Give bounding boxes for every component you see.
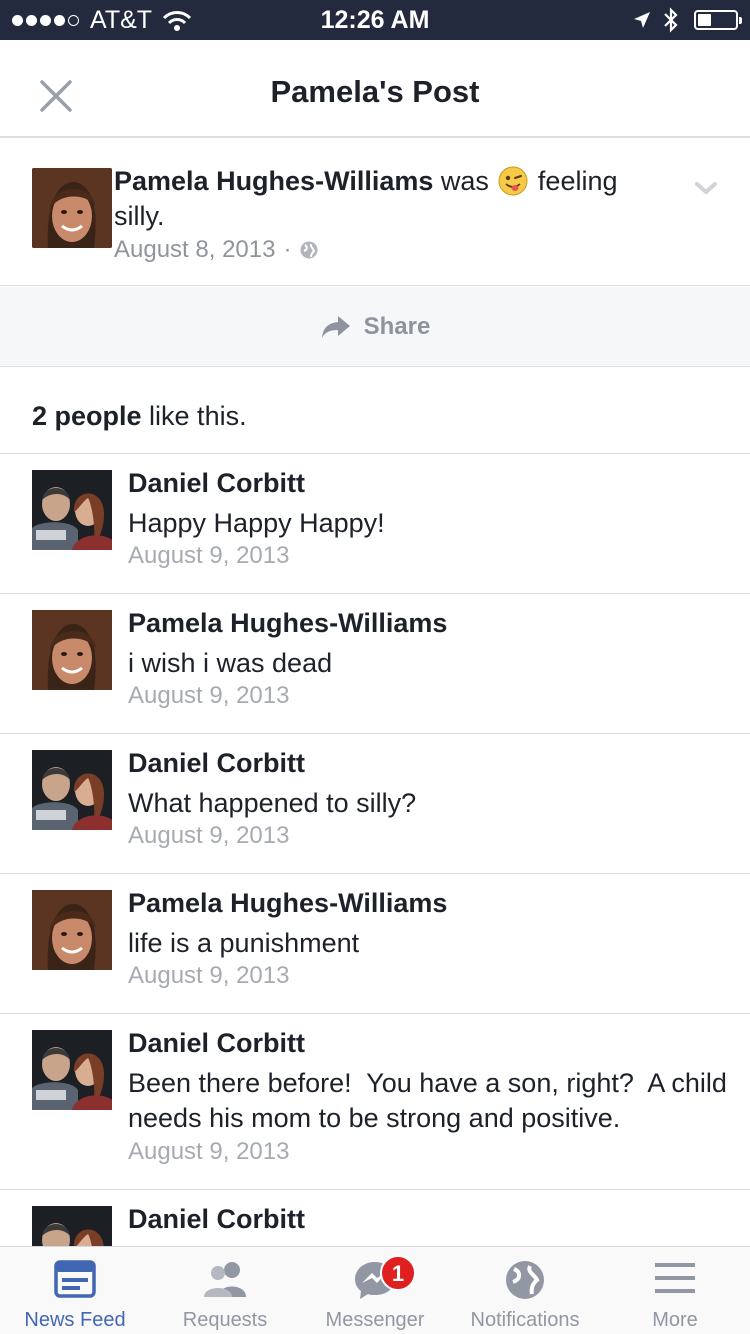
chevron-down-icon[interactable] [694, 180, 718, 196]
status-bar: AT&T 12:26 AM [0, 0, 750, 40]
tab-news-feed[interactable]: News Feed [0, 1247, 150, 1334]
globe-icon [300, 241, 318, 259]
post-date[interactable]: August 8, 2013 [114, 236, 275, 264]
likes-suffix: like this. [149, 401, 247, 431]
tab-more[interactable]: More [600, 1247, 750, 1334]
post-header: Pamela Hughes-Williams was feeling silly… [0, 138, 750, 286]
requests-icon [204, 1262, 246, 1297]
winking-tongue-emoji-icon [498, 166, 528, 196]
tab-label: More [652, 1309, 698, 1331]
status-icons [632, 7, 742, 33]
comment-date[interactable]: August 9, 2013 [128, 1138, 289, 1166]
comment-author[interactable]: Daniel Corbitt [128, 1204, 305, 1235]
bluetooth-icon [664, 7, 678, 33]
likes-summary[interactable]: 2 people like this. [0, 368, 750, 454]
avatar[interactable] [32, 890, 112, 970]
comment-text: Happy Happy Happy! [128, 508, 385, 538]
tab-requests[interactable]: Requests [150, 1247, 300, 1334]
comment-text: What happened to silly? [128, 788, 417, 818]
comment-item: Pamela Hughes-Williams i wish i was dead A… [0, 594, 750, 734]
comment-text: Been there before! You have a son, right… [128, 1068, 735, 1133]
comment-author[interactable]: Pamela Hughes-Williams [128, 608, 447, 639]
comment-date[interactable]: August 9, 2013 [128, 962, 289, 990]
post-header-bar: Pamela's Post [0, 40, 750, 138]
globe-icon [506, 1261, 544, 1299]
comment-item: Pamela Hughes-Williams life is a punishme… [0, 874, 750, 1014]
comment-item: Daniel Corbitt Happy Happy Happy! August 9… [0, 454, 750, 594]
post-author-name[interactable]: Pamela Hughes-Williams [114, 166, 433, 196]
post-status-text: Pamela Hughes-Williams was feeling silly… [114, 164, 654, 234]
tab-label: Messenger [325, 1309, 425, 1331]
post-mood: silly. [114, 201, 165, 231]
tab-bar: News Feed Requests 1 Messenger Notificat… [0, 1246, 750, 1334]
news-feed-icon [54, 1260, 96, 1298]
meta-separator: · [283, 236, 292, 263]
comment-item: Daniel Corbitt Been there before! You hav… [0, 1014, 750, 1190]
tab-messenger[interactable]: 1 Messenger [300, 1247, 450, 1334]
avatar[interactable] [32, 470, 112, 550]
tab-label: Notifications [470, 1309, 580, 1331]
comment-date[interactable]: August 9, 2013 [128, 682, 289, 710]
avatar[interactable] [32, 750, 112, 830]
likes-count[interactable]: 2 people [32, 401, 142, 431]
likes-text: 2 people like this. [32, 401, 247, 432]
avatar[interactable] [32, 1030, 112, 1110]
comment-date[interactable]: August 9, 2013 [128, 542, 289, 570]
comment-author[interactable]: Daniel Corbitt [128, 468, 305, 499]
comment-text: life is a punishment [128, 928, 360, 958]
post-was-word: was [440, 166, 489, 196]
post-feeling-word: feeling [537, 166, 618, 196]
avatar[interactable] [32, 168, 112, 248]
comment-author[interactable]: Daniel Corbitt [128, 748, 305, 779]
page-title: Pamela's Post [270, 74, 480, 109]
comment-text: i wish i was dead [128, 648, 333, 678]
messenger-badge: 1 [380, 1255, 416, 1291]
comment-date[interactable]: August 9, 2013 [128, 822, 289, 850]
tab-label: Requests [182, 1309, 268, 1331]
tab-notifications[interactable]: Notifications [450, 1247, 600, 1334]
post-meta: August 8, 2013 · [114, 236, 319, 264]
share-button[interactable]: Share [0, 287, 750, 367]
comment-item: Daniel Corbitt What happened to silly? Aug… [0, 734, 750, 874]
tab-label: News Feed [24, 1309, 126, 1331]
share-arrow-icon [321, 315, 350, 338]
comment-author[interactable]: Pamela Hughes-Williams [128, 888, 447, 919]
menu-icon [655, 1263, 695, 1293]
comment-author[interactable]: Daniel Corbitt [128, 1028, 305, 1059]
location-arrow-icon [634, 12, 650, 28]
avatar[interactable] [32, 610, 112, 690]
battery-icon [694, 10, 742, 30]
share-label: Share [363, 312, 431, 340]
